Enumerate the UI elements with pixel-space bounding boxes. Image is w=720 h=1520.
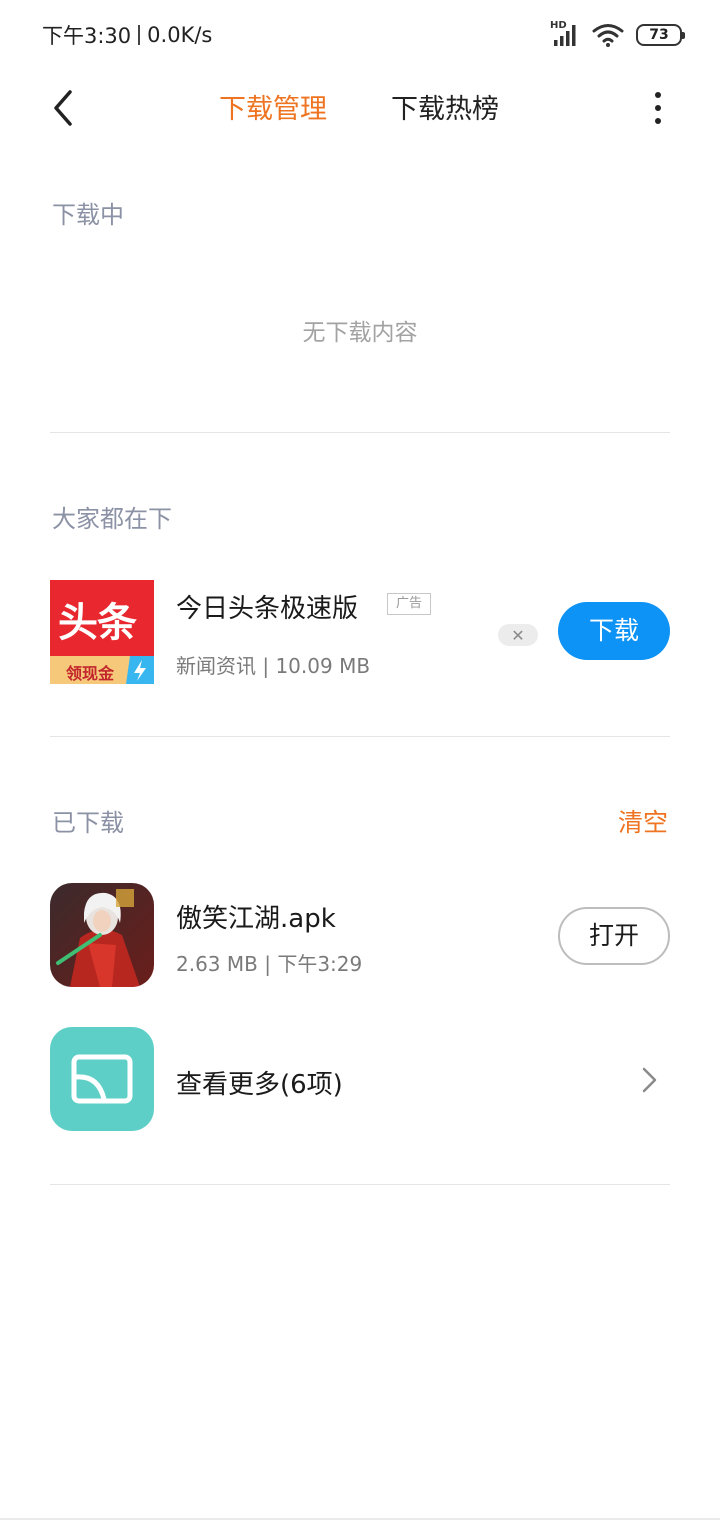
divider xyxy=(50,1184,670,1185)
app-icon-toutiao[interactable]: 头条 领现金 xyxy=(50,580,154,684)
dismiss-button[interactable]: ✕ xyxy=(498,624,538,646)
close-icon: ✕ xyxy=(511,625,525,645)
status-separator xyxy=(138,25,141,45)
app-icon-game[interactable] xyxy=(50,883,154,987)
tab-download-manager[interactable]: 下载管理 xyxy=(219,88,327,132)
image-folder-icon xyxy=(50,1027,154,1131)
downloaded-file-meta: 2.63 MB | 下午3:29 xyxy=(176,952,363,976)
section-title-downloading: 下载中 xyxy=(52,201,124,229)
toutiao-icon-title: 头条 xyxy=(58,600,137,646)
status-bar: 下午3:30 0.0K/s HD 73 xyxy=(0,0,720,70)
section-title-downloaded: 已下载 xyxy=(52,809,124,837)
more-vertical-icon xyxy=(655,92,661,98)
section-title-recommended: 大家都在下 xyxy=(52,505,172,533)
status-right: HD 73 xyxy=(550,20,685,48)
app-name[interactable]: 今日头条极速版 xyxy=(176,588,358,625)
battery-icon: 73 xyxy=(636,24,685,46)
divider xyxy=(50,432,670,433)
chevron-right-icon xyxy=(642,1067,657,1093)
app-meta: 新闻资讯 | 10.09 MB xyxy=(176,654,371,678)
downloaded-file-name[interactable]: 傲笑江湖.apk xyxy=(176,898,336,935)
ad-badge: 广告 xyxy=(387,593,431,615)
clear-button[interactable]: 清空 xyxy=(618,803,668,839)
signal-icon: HD xyxy=(550,20,580,48)
back-chevron-icon xyxy=(54,90,72,126)
toutiao-icon-subtitle: 领现金 xyxy=(66,664,115,683)
view-more-label: 查看更多(6项) xyxy=(176,1070,343,1100)
status-time: 下午3:30 xyxy=(42,24,132,48)
status-left: 下午3:30 0.0K/s xyxy=(42,20,212,50)
battery-level: 73 xyxy=(649,27,669,43)
more-options-button[interactable] xyxy=(636,86,680,130)
open-button[interactable]: 打开 xyxy=(558,907,670,965)
download-button[interactable]: 下载 xyxy=(558,602,670,660)
view-more-row[interactable]: 查看更多(6项) xyxy=(0,1024,720,1134)
wifi-icon xyxy=(592,22,624,48)
status-network-speed: 0.0K/s xyxy=(147,23,213,47)
back-button[interactable] xyxy=(44,86,88,130)
empty-state-text: 无下载内容 xyxy=(302,320,418,346)
divider xyxy=(50,736,670,737)
tab-download-rankings[interactable]: 下载热榜 xyxy=(391,88,499,132)
